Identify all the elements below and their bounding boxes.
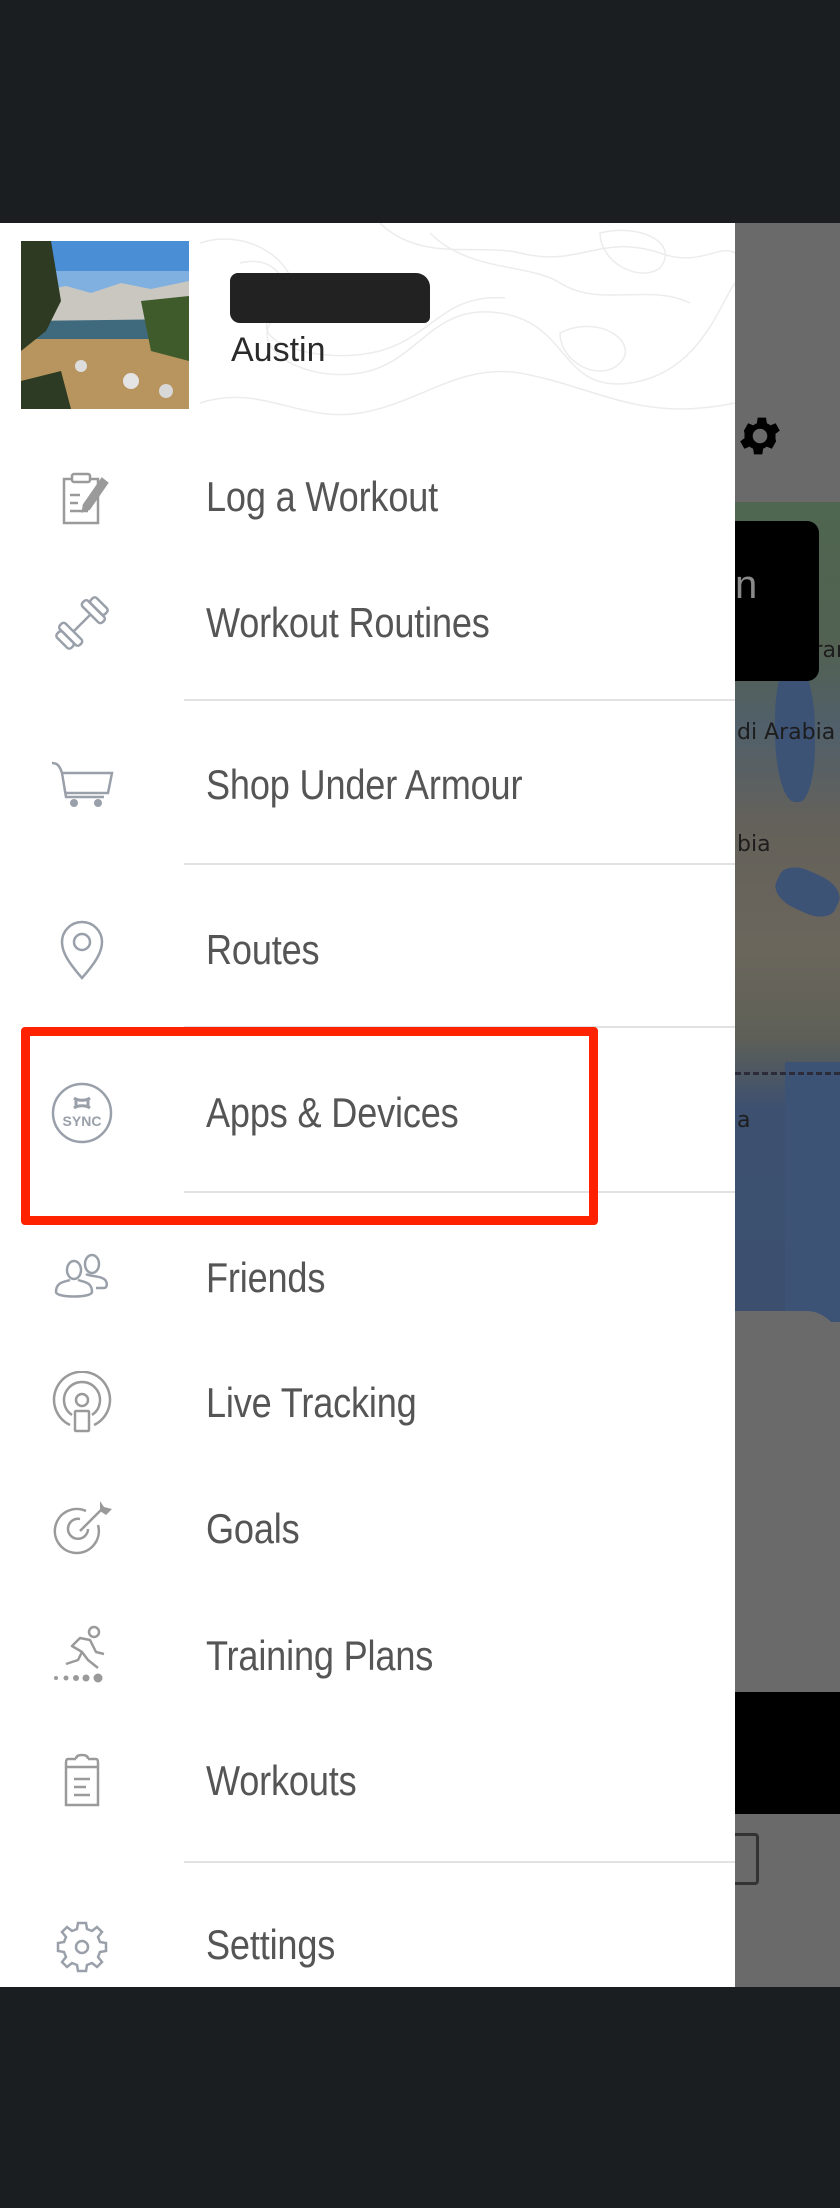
- menu-item-routes[interactable]: Routes: [0, 900, 735, 1000]
- menu-item-label: Routes: [206, 926, 320, 973]
- menu-item-friends[interactable]: Friends: [0, 1228, 735, 1328]
- clipboard-list-icon: [50, 1749, 114, 1813]
- gear-icon: [50, 1913, 114, 1977]
- dumbbell-icon: [50, 591, 114, 655]
- map-pin-icon: [50, 918, 114, 982]
- menu-item-label: Friends: [206, 1254, 326, 1301]
- ua-sync-icon: SYNC: [50, 1081, 114, 1145]
- map-label: a: [737, 1108, 751, 1133]
- live-tracking-icon: [50, 1371, 114, 1435]
- menu-item-label: Apps & Devices: [206, 1089, 459, 1136]
- shopping-cart-icon: [50, 753, 114, 817]
- menu-divider: [184, 863, 735, 865]
- app-screen: aq Iran di Arabia bia a n: [0, 223, 840, 1987]
- svg-text:SYNC: SYNC: [63, 1113, 102, 1129]
- menu-item-live-tracking[interactable]: Live Tracking: [0, 1353, 735, 1453]
- menu-divider: [184, 1861, 735, 1863]
- drawer-header: Austin: [0, 223, 735, 423]
- map-label: di Arabia: [737, 720, 836, 745]
- menu-divider: [184, 1191, 735, 1193]
- menu-item-label: Goals: [206, 1505, 300, 1552]
- menu-item-workouts[interactable]: Workouts: [0, 1731, 735, 1831]
- menu-item-label: Training Plans: [206, 1632, 434, 1679]
- map-label: bia: [737, 832, 771, 857]
- menu-item-label: Workout Routines: [206, 599, 490, 646]
- background-settings-gear-icon: [735, 411, 785, 461]
- background-tab-icon: [735, 1833, 759, 1885]
- menu-item-workout-routines[interactable]: Workout Routines: [0, 573, 735, 673]
- menu-item-label: Settings: [206, 1921, 336, 1968]
- menu-item-shop-under-armour[interactable]: Shop Under Armour: [0, 735, 735, 835]
- menu-divider: [184, 699, 735, 701]
- user-location: Austin: [231, 331, 326, 369]
- avatar[interactable]: [21, 241, 189, 409]
- equator-line: [735, 1072, 840, 1075]
- menu-item-label: Live Tracking: [206, 1379, 417, 1426]
- menu-item-label: Workouts: [206, 1757, 357, 1804]
- menu-item-label: Log a Workout: [206, 473, 439, 520]
- redacted-user-name: [230, 273, 430, 323]
- background-card: [735, 1311, 840, 1711]
- background-banner: n: [735, 521, 819, 681]
- menu-item-goals[interactable]: Goals: [0, 1479, 735, 1579]
- friends-icon: [50, 1246, 114, 1310]
- navigation-drawer: Austin Log a Workout Workout Routines Sh…: [0, 223, 735, 1987]
- target-arrow-icon: [50, 1497, 114, 1561]
- clipboard-pencil-icon: [50, 465, 114, 529]
- menu-item-settings[interactable]: Settings: [0, 1895, 735, 1987]
- menu-item-log-a-workout[interactable]: Log a Workout: [0, 447, 735, 547]
- menu-item-label: Shop Under Armour: [206, 761, 523, 808]
- menu-divider: [184, 1026, 735, 1028]
- menu-item-apps-and-devices[interactable]: SYNC Apps & Devices: [0, 1063, 735, 1163]
- background-black-bar: [735, 1692, 840, 1814]
- menu-item-training-plans[interactable]: Training Plans: [0, 1606, 735, 1706]
- banner-text: n: [735, 563, 758, 607]
- running-person-icon: [50, 1624, 114, 1688]
